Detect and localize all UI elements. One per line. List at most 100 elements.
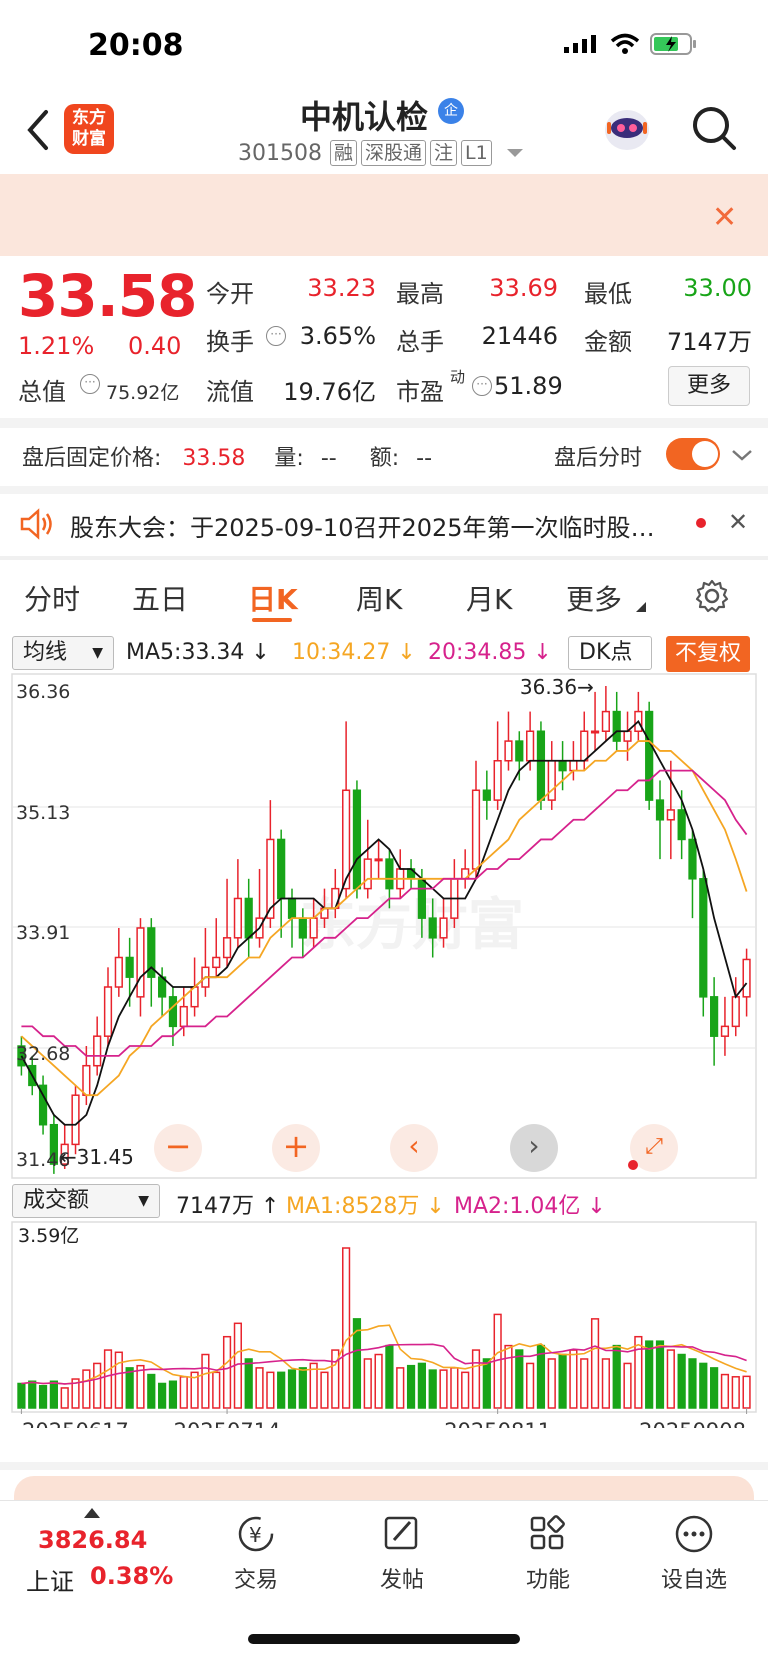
volume-bar-up [623, 1362, 632, 1409]
candle-up [114, 956, 123, 988]
max-price-label: 36.36→ [520, 675, 594, 699]
volume-current: 7147万 ↑ [176, 1194, 280, 1219]
nav-trade[interactable]: ¥ 交易 [206, 1512, 306, 1594]
pe-info-icon[interactable]: ··· [472, 376, 492, 396]
info-dots-icon[interactable]: ··· [80, 374, 100, 394]
zoom-in-button[interactable]: + [272, 1124, 320, 1172]
close-notice-icon[interactable]: ✕ [728, 508, 748, 536]
volume-bar-up [212, 1371, 221, 1409]
candle-down [482, 789, 491, 801]
candle-up [233, 897, 242, 939]
nav-watchlist-label: 设自选 [660, 1568, 727, 1593]
volume-chart[interactable]: 3.59亿 20250617 20250714 20250811 20250908 [0, 1220, 768, 1428]
search-icon[interactable] [690, 104, 738, 152]
candle-up [601, 710, 610, 732]
tab-more[interactable]: 更多 [566, 578, 622, 618]
candlestick-chart[interactable]: 东方财富 36.3635.1333.9132.6831.46 36.36→ ←3… [0, 672, 768, 1182]
candle-up [82, 1064, 91, 1096]
toggle-knob [692, 441, 718, 467]
volume-bar-down [428, 1369, 437, 1409]
trade-icon: ¥ [238, 1516, 274, 1552]
volume-ma1: MA1:8528万 ↓ [286, 1194, 445, 1219]
volume-bar-up [471, 1349, 481, 1409]
candle-up [363, 858, 372, 890]
volume-selector[interactable]: 成交额 ▼ [12, 1184, 160, 1218]
more-quote-button[interactable]: 更多 [668, 366, 750, 406]
signal-icon [564, 35, 596, 53]
back-arrow-icon[interactable] [24, 108, 52, 152]
x-tick-label: 20250811 [444, 1419, 551, 1428]
tab-weekly-k[interactable]: 周K [356, 578, 402, 618]
candle-down [710, 996, 719, 1037]
notice-text[interactable]: 股东大会：于2025-09-10召开2025年第一次临时股东大会 [70, 508, 670, 543]
volume-bar-up [547, 1358, 556, 1409]
tag-note: 注 [430, 140, 458, 166]
candle-up [471, 789, 481, 870]
tab-5day[interactable]: 五日 [132, 578, 188, 618]
candle-up [742, 958, 751, 998]
pe-label: 市盈 [396, 378, 444, 406]
min-price-label: ←31.45 [60, 1145, 134, 1169]
index-value[interactable]: 3826.84 [38, 1526, 147, 1554]
pan-left-button[interactable]: ‹ [390, 1124, 438, 1172]
float-cap-label: 流值 [206, 378, 254, 406]
status-icons [564, 32, 698, 56]
amount-value: 7147万 [666, 328, 752, 356]
nav-watchlist[interactable]: 设自选 [644, 1512, 744, 1594]
up-triangle-icon [84, 1508, 100, 1518]
volume-bar-up [266, 1371, 275, 1409]
volume-bar-up [634, 1335, 643, 1409]
candle-up [212, 956, 221, 969]
ma-selector[interactable]: 均线 ▼ [12, 636, 114, 670]
tab-fenshi[interactable]: 分时 [24, 578, 80, 618]
app-screen: 20:08 东方 财富 中机认检 企 301508 融 深股通 注 L1 ✕ 3… [0, 0, 768, 1663]
pe-superscript: 动 [450, 368, 466, 386]
dk-point-selector[interactable]: DK点 [568, 636, 652, 670]
ah-price: 33.58 [182, 446, 246, 471]
promo-banner[interactable] [0, 174, 768, 256]
assistant-robot-icon[interactable] [600, 104, 654, 156]
volume-bar-up [504, 1344, 513, 1409]
volume-bar-up [580, 1358, 589, 1409]
select-caret-icon: ▼ [92, 645, 103, 661]
low-label: 最低 [584, 280, 632, 308]
stock-name: 中机认检 [300, 98, 429, 136]
close-banner-icon[interactable]: ✕ [712, 200, 737, 235]
zoom-out-button[interactable]: − [154, 1124, 202, 1172]
candle-down [417, 878, 426, 919]
tab-monthly-k[interactable]: 月K [466, 578, 512, 618]
speaker-icon [20, 508, 52, 540]
candle-up [731, 996, 740, 1028]
volume-bar-down [612, 1344, 621, 1409]
ah-label: 盘后固定价格: [22, 446, 162, 471]
open-value: 33.23 [307, 274, 376, 302]
change-amount: 0.40 [128, 332, 182, 360]
volume-bar-up [114, 1351, 123, 1409]
volume-bar-down [482, 1358, 491, 1409]
volume-bar-down [38, 1384, 48, 1409]
candle-down [277, 838, 286, 900]
total-cap-value: 75.92亿 [106, 382, 180, 404]
nav-post[interactable]: 发帖 [352, 1512, 452, 1594]
chevron-down-icon[interactable] [730, 448, 754, 462]
stock-code-row[interactable]: 301508 融 深股通 注 L1 [238, 140, 526, 166]
corner-triangle-icon [636, 602, 646, 612]
candle-down [168, 996, 178, 1028]
candle-down [645, 710, 654, 801]
volume-bar-down [125, 1367, 134, 1409]
gear-icon[interactable] [694, 578, 730, 614]
volume-bar-up [731, 1376, 740, 1409]
turnover-info-icon[interactable]: ··· [266, 326, 286, 346]
nav-functions[interactable]: 功能 [498, 1512, 598, 1594]
tab-daily-k[interactable]: 日K [248, 578, 298, 618]
volume-bar-up [342, 1247, 351, 1409]
after-hours-row: 盘后固定价格: 33.58 量: -- 额: -- [22, 440, 432, 472]
volume-bar-up [601, 1358, 610, 1409]
float-cap-value: 19.76亿 [283, 378, 376, 406]
y-tick-label: 32.68 [16, 1043, 70, 1065]
no-adjust-button[interactable]: 不复权 [666, 636, 750, 672]
pan-right-button[interactable]: › [510, 1124, 558, 1172]
candle-up [93, 1035, 102, 1067]
volume-bar-down [677, 1353, 686, 1409]
candle-down [125, 956, 134, 978]
